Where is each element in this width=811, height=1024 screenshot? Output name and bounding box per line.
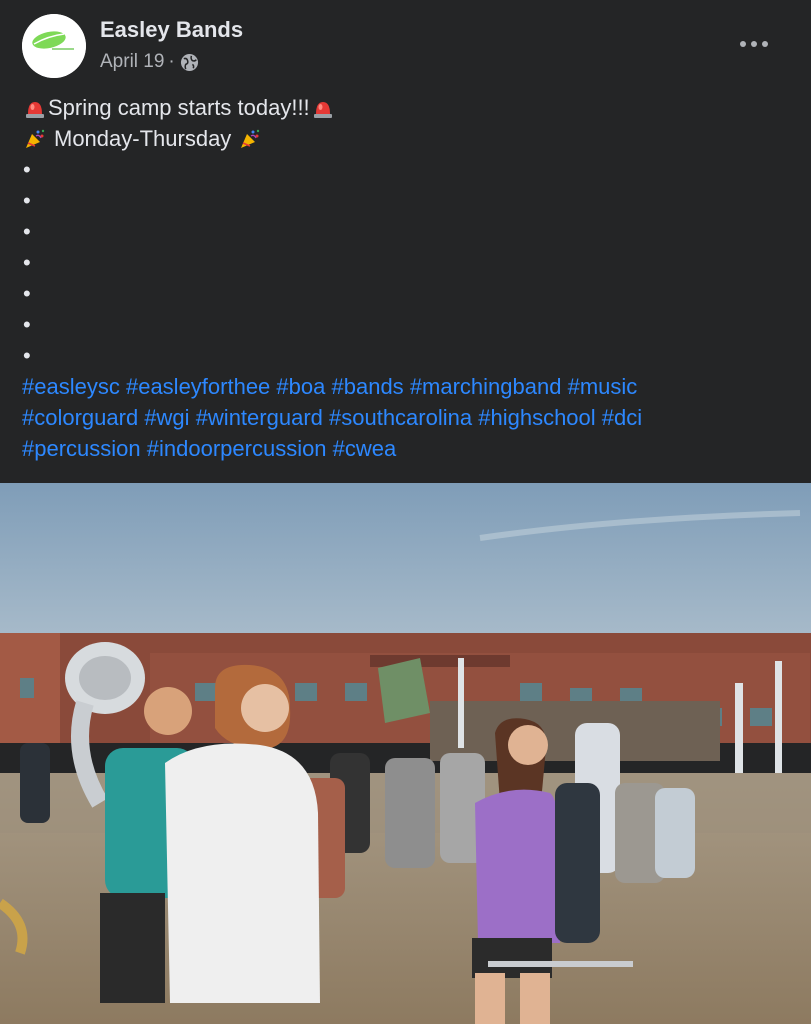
leaf-logo-icon	[22, 14, 86, 78]
hashtag-link[interactable]: #boa	[276, 371, 325, 402]
message-line-2: Monday-Thursday	[22, 123, 792, 154]
rotating-light-emoji	[26, 101, 44, 118]
bullet-line: •	[23, 312, 31, 337]
hashtag-link[interactable]: #bands	[332, 371, 404, 402]
hashtag-link[interactable]: #indoorpercussion	[147, 433, 327, 464]
hashtag-link[interactable]: #dci	[602, 402, 642, 433]
hashtag-link[interactable]: #percussion	[22, 433, 141, 464]
post-header: Easley Bands April 19 ·	[0, 0, 811, 90]
marching-band-rehearsal-photo[interactable]	[0, 483, 811, 1024]
rotating-light-emoji	[313, 101, 332, 118]
more-options-button[interactable]	[734, 30, 774, 58]
hashtag-link[interactable]: #wgi	[144, 402, 189, 433]
hashtag-link[interactable]: #highschool	[478, 402, 595, 433]
page-avatar[interactable]	[22, 14, 86, 78]
meta-separator: ·	[168, 51, 175, 72]
page-name[interactable]: Easley Bands	[100, 17, 243, 43]
hashtag-list: #easleysc #easleyforthee #boa #bands #ma…	[22, 371, 792, 464]
party-popper-emoji	[241, 129, 260, 148]
hashtag-link[interactable]: #easleyforthee	[126, 371, 270, 402]
party-popper-emoji	[26, 129, 45, 148]
message-line-1-text: Spring camp starts today!!!	[48, 95, 310, 120]
hashtag-row: #colorguard #wgi #winterguard #southcaro…	[22, 402, 792, 433]
globe-icon[interactable]	[180, 53, 199, 72]
hashtag-link[interactable]: #easleysc	[22, 371, 120, 402]
more-options-icon	[740, 41, 768, 47]
post-date[interactable]: April 19	[100, 51, 164, 73]
hashtag-row: #percussion #indoorpercussion #cwea	[22, 433, 792, 464]
message-line-2-text: Monday-Thursday	[54, 126, 232, 151]
post-meta: April 19 ·	[100, 51, 199, 73]
photo-illustration	[0, 483, 811, 1024]
hashtag-link[interactable]: #music	[568, 371, 638, 402]
hashtag-link[interactable]: #marchingband	[410, 371, 562, 402]
hashtag-link[interactable]: #winterguard	[196, 402, 323, 433]
message-line-1: Spring camp starts today!!!	[22, 92, 792, 123]
hashtag-link[interactable]: #southcarolina	[329, 402, 472, 433]
bullet-line: •	[23, 343, 31, 368]
bullet-line: •	[23, 188, 31, 213]
hashtag-link[interactable]: #cwea	[333, 433, 397, 464]
hashtag-row: #easleysc #easleyforthee #boa #bands #ma…	[22, 371, 792, 402]
post-message: Spring camp starts today!!! Monday-Thurs…	[22, 92, 792, 464]
bullet-line: •	[23, 157, 31, 182]
facebook-post: Easley Bands April 19 · Spring camp star…	[0, 0, 811, 1024]
bullet-line: •	[23, 219, 31, 244]
bullet-line: •	[23, 250, 31, 275]
bullet-line: •	[23, 281, 31, 306]
hashtag-link[interactable]: #colorguard	[22, 402, 138, 433]
